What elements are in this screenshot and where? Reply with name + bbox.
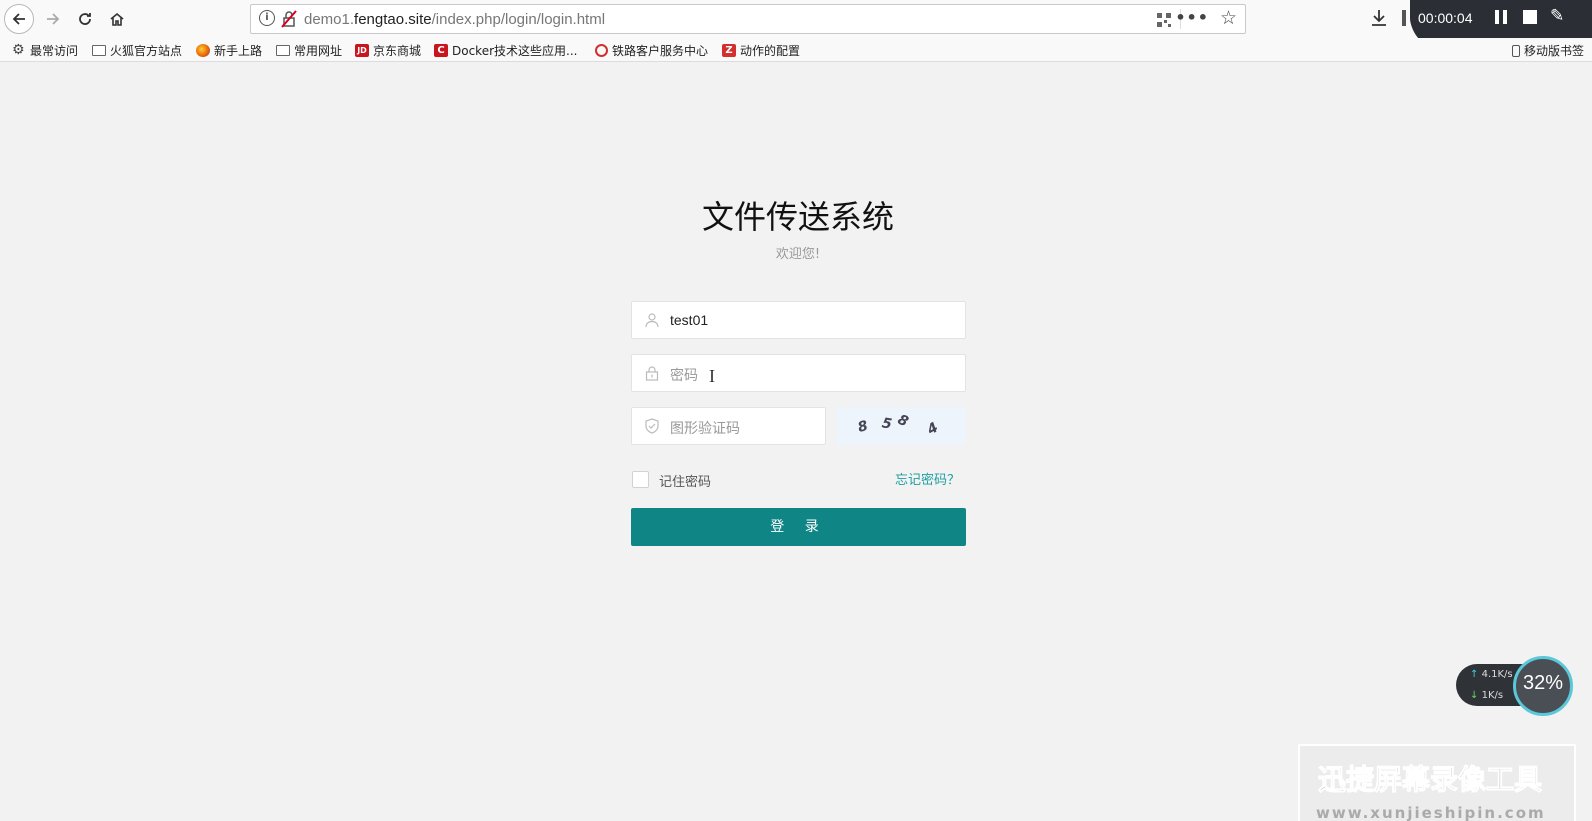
upload-speed: ↑ 4.1K/s — [1470, 669, 1513, 680]
browser-toolbar: i demo1.fengtao.site/index.php/login/log… — [0, 0, 1592, 38]
reload-button[interactable] — [70, 4, 100, 34]
url-text[interactable]: demo1.fengtao.site/index.php/login/login… — [304, 11, 605, 28]
watermark-url: www.xunjieshipin.com — [1316, 804, 1546, 821]
captcha-field[interactable]: 图形验证码 — [631, 407, 826, 445]
arrow-left-icon — [12, 13, 25, 25]
insecure-lock-icon[interactable] — [281, 10, 297, 28]
captcha-char: 8 — [895, 411, 911, 431]
watermark-title: 迅捷屏幕录像工具 — [1317, 763, 1543, 797]
jd-icon: JD — [355, 44, 369, 57]
bookmark-firefox-sites[interactable]: 火狐官方站点 — [92, 42, 182, 59]
upload-arrow-icon: ↑ — [1470, 669, 1479, 680]
home-button[interactable] — [102, 4, 132, 34]
info-icon[interactable]: i — [259, 10, 275, 26]
download-speed: ↓ 1K/s — [1470, 690, 1503, 701]
password-field[interactable]: 密码 — [631, 354, 966, 392]
url-bar[interactable]: i demo1.fengtao.site/index.php/login/log… — [250, 4, 1246, 34]
lock-icon — [645, 366, 659, 381]
home-icon — [110, 12, 124, 26]
z-icon: Z — [722, 44, 736, 57]
download-icon[interactable] — [1367, 6, 1391, 30]
url-domain: fengtao.site — [354, 11, 432, 28]
bookmark-jd[interactable]: JD 京东商城 — [355, 42, 421, 59]
username-field[interactable]: test01 — [631, 301, 966, 339]
bookmark-railway[interactable]: 铁路客户服务中心 — [595, 42, 708, 59]
login-button[interactable]: 登 录 — [631, 508, 966, 546]
stop-icon[interactable] — [1523, 10, 1537, 24]
pause-icon[interactable] — [1495, 10, 1507, 24]
recorder-time: 00:00:04 — [1418, 10, 1473, 26]
reload-icon — [79, 13, 91, 25]
page-subtitle: 欢迎您! — [775, 247, 821, 262]
folder-icon — [92, 45, 106, 56]
qr-code-icon[interactable] — [1157, 13, 1171, 27]
bookmark-label: 火狐官方站点 — [110, 44, 183, 58]
bookmark-mobile[interactable]: 移动版书签 — [1512, 42, 1584, 59]
bookmark-label: 最常访问 — [30, 44, 79, 58]
bookmark-star-icon[interactable]: ☆ — [1220, 7, 1237, 29]
page-title: 文件传送系统 — [701, 198, 894, 236]
c-icon: C — [434, 44, 448, 57]
remember-label: 记住密码 — [659, 475, 712, 490]
bookmark-getting-started[interactable]: 新手上路 — [196, 42, 262, 59]
bookmark-common-sites[interactable]: 常用网址 — [276, 42, 342, 59]
remember-checkbox[interactable] — [632, 471, 649, 488]
text-cursor-icon: I — [709, 366, 715, 386]
download-arrow-icon: ↓ — [1470, 690, 1479, 701]
mobile-icon — [1512, 44, 1520, 57]
captcha-placeholder: 图形验证码 — [670, 421, 740, 437]
forward-button[interactable] — [38, 4, 68, 34]
upload-speed-value: 4.1K/s — [1481, 669, 1513, 680]
library-icon[interactable] — [1402, 10, 1406, 26]
bookmark-label: 铁路客户服务中心 — [612, 44, 709, 58]
bookmark-label: Docker技术这些应用... — [452, 44, 578, 58]
page-actions-button[interactable]: ••• — [1175, 8, 1209, 27]
download-speed-value: 1K/s — [1481, 690, 1504, 701]
back-button[interactable] — [4, 4, 34, 34]
url-path: /index.php/login/login.html — [431, 11, 606, 28]
captcha-char: 4 — [924, 419, 942, 439]
user-icon — [645, 313, 659, 328]
pen-icon[interactable]: ✎ — [1550, 6, 1564, 26]
arrow-right-icon — [47, 13, 60, 25]
memory-percent: 32% — [1522, 672, 1564, 694]
shield-check-icon — [645, 418, 659, 434]
bookmark-label: 移动版书签 — [1524, 44, 1585, 58]
bookmark-label: 新手上路 — [214, 44, 263, 58]
folder-icon — [276, 45, 290, 56]
bookmark-docker[interactable]: C Docker技术这些应用... — [434, 42, 577, 59]
url-prefix: demo1. — [304, 11, 355, 28]
railway-icon — [595, 44, 608, 57]
bookmark-label: 京东商城 — [373, 44, 422, 58]
password-placeholder: 密码 — [670, 368, 698, 384]
firefox-icon — [196, 44, 210, 57]
captcha-char: 5 — [880, 415, 894, 433]
captcha-image[interactable]: 8 5 8 4 — [836, 407, 966, 445]
gear-icon: ⚙ — [12, 42, 25, 58]
bookmark-label: 常用网址 — [294, 44, 343, 58]
bookmarks-bar: ⚙ 最常访问 火狐官方站点 新手上路 常用网址 JD 京东商城 C Docker技术这… — [0, 38, 1592, 62]
forgot-password-link[interactable]: 忘记密码？ — [895, 469, 960, 488]
bookmark-actions[interactable]: Z 动作的配置 — [722, 42, 800, 59]
captcha-char: 8 — [856, 418, 870, 436]
bookmark-label: 动作的配置 — [740, 44, 801, 58]
username-value: test01 — [670, 312, 709, 328]
bookmark-most-visited[interactable]: ⚙ 最常访问 — [12, 42, 78, 59]
